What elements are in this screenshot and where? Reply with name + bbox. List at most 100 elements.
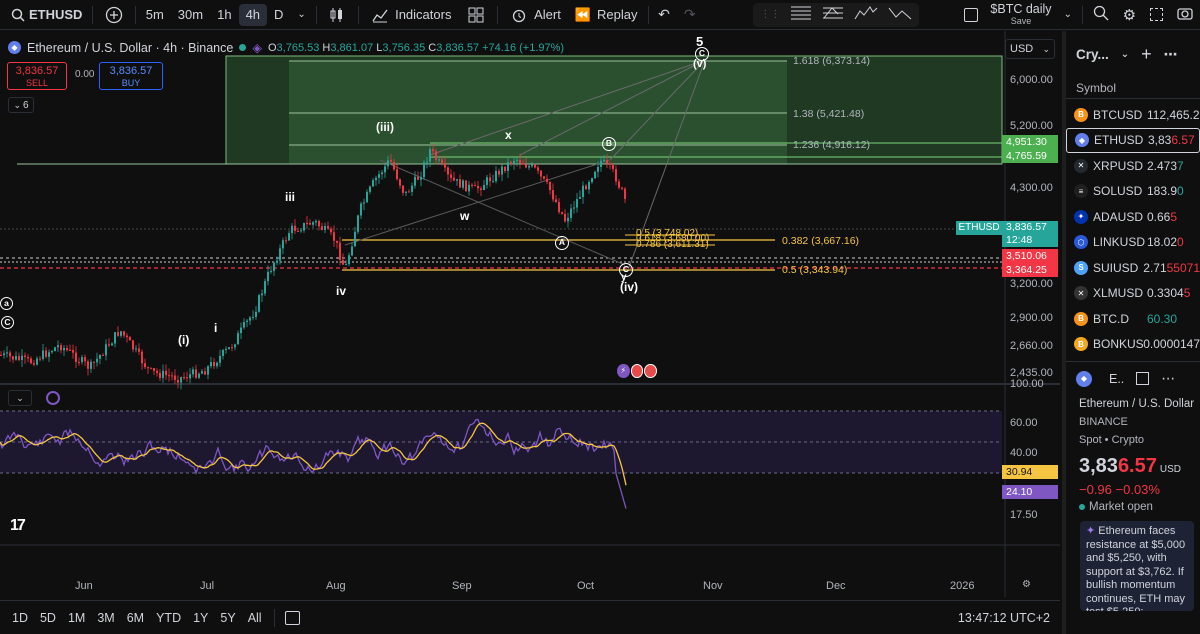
timeframe-5m[interactable]: 5m <box>139 0 171 30</box>
low-value: 3,756.35 <box>382 41 426 54</box>
drag-handle-icon[interactable]: ⋮⋮ <box>760 9 780 20</box>
indicators-toggle-button[interactable]: ⌄ 6 <box>8 97 34 113</box>
us-flag-icon[interactable] <box>644 364 657 378</box>
elliott-wave-abc-icon[interactable] <box>888 5 912 24</box>
candle-body <box>12 356 14 360</box>
replay-button[interactable]: ⏪ Replay <box>568 0 645 30</box>
snapshot-button[interactable] <box>1170 0 1200 30</box>
chart-canvas[interactable] <box>0 31 1060 602</box>
chart-type-button[interactable] <box>319 0 355 30</box>
candle-body <box>141 351 143 364</box>
timeframe-4h[interactable]: 4h <box>238 3 268 26</box>
watchlist-row-xrpusd[interactable]: ✕ XRPUSD 2.4737 <box>1066 153 1200 179</box>
elliott-wave-12345-icon[interactable] <box>854 5 878 24</box>
templates-button[interactable] <box>458 0 494 30</box>
range-all[interactable]: All <box>242 611 268 625</box>
candle-body <box>504 166 506 171</box>
range-1d[interactable]: 1D <box>6 611 34 625</box>
watchlist-title[interactable]: Cry... <box>1076 47 1109 62</box>
chart-area[interactable]: ◆ Ethereum / U.S. Dollar · 4h · Binance … <box>0 31 1060 602</box>
watchlist-column-header[interactable]: Symbol <box>1066 77 1200 99</box>
range-ytd[interactable]: YTD <box>150 611 187 625</box>
grid-icon[interactable] <box>1136 372 1150 385</box>
range-3m[interactable]: 3M <box>91 611 120 625</box>
time-axis[interactable]: Jun Jul Aug Sep Oct Nov Dec 2026 <box>0 577 1005 597</box>
details-symbol-short[interactable]: E.. <box>1109 372 1124 386</box>
sell-button[interactable]: 3,836.57 SELL <box>7 62 67 90</box>
add-symbol-icon[interactable]: + <box>1141 44 1152 65</box>
timeframe-1h[interactable]: 1h <box>210 0 238 30</box>
range-6m[interactable]: 6M <box>121 611 150 625</box>
watchlist-row-solusd[interactable]: ≡ SOLUSD 183.90 <box>1066 179 1200 205</box>
range-1y[interactable]: 1Y <box>187 611 214 625</box>
watchlist-row-linkusd[interactable]: ⬡ LINKUSD 18.020 <box>1066 230 1200 256</box>
wave-label-iv-paren[interactable]: (iv) <box>620 280 638 294</box>
alert-label: Alert <box>534 7 561 22</box>
tradingview-logo-icon[interactable]: 17 <box>10 517 26 535</box>
candle-body <box>129 337 131 341</box>
wave-label-iii[interactable]: iii <box>285 190 295 204</box>
watchlist-row-ethusd[interactable]: ◆ ETHUSD 3,836.57 <box>1066 127 1200 153</box>
fib-retracement-icon[interactable] <box>790 5 812 24</box>
legend-title[interactable]: Ethereum / U.S. Dollar · 4h · Binance <box>27 41 233 55</box>
indicators-button[interactable]: Indicators <box>362 0 458 30</box>
wave-circle-c-lower[interactable]: C <box>1 316 14 329</box>
row-last: 183.90 <box>1147 184 1184 198</box>
range-5d[interactable]: 5D <box>34 611 62 625</box>
layout-menu[interactable]: $BTC daily Save ⌄ <box>957 0 1079 30</box>
wave-circle-a[interactable]: A <box>555 236 569 250</box>
candle-body <box>321 226 323 230</box>
alert-button[interactable]: Alert <box>501 0 568 30</box>
watchlist-row-suiusd[interactable]: S SUIUSD 2.7155071 <box>1066 255 1200 281</box>
candle-body <box>360 203 362 216</box>
watchlist-row-bonkusd[interactable]: B BONKUS 0.0000147 <box>1066 332 1200 358</box>
timeframe-30m[interactable]: 30m <box>171 0 210 30</box>
quick-search-button[interactable] <box>1086 0 1116 30</box>
timeframe-dropdown[interactable]: ⌄ <box>290 0 312 30</box>
range-5y[interactable]: 5Y <box>214 611 241 625</box>
news-card[interactable]: ✦ Ethereum faces resistance at $5,000 an… <box>1080 521 1194 611</box>
wave-label-iii-paren[interactable]: (iii) <box>376 120 394 134</box>
us-flag-icon[interactable] <box>630 364 644 378</box>
buy-button[interactable]: 3,836.57 BUY <box>99 62 163 90</box>
candle-body <box>588 182 590 190</box>
candle-body <box>516 159 518 161</box>
wave-label-v[interactable]: (v) <box>693 58 706 70</box>
channel-line[interactable] <box>379 159 626 266</box>
clock-time[interactable]: 13:47:12 UTC+2 <box>958 611 1050 625</box>
candle-body <box>309 223 311 225</box>
wave-label-i-paren[interactable]: (i) <box>178 333 189 347</box>
watchlist-row-xlmusd[interactable]: ✕ XLMUSD 0.33045 <box>1066 281 1200 307</box>
wave-circle-b[interactable]: B <box>602 137 616 151</box>
watchlist-row-btcd[interactable]: B BTC.D 60.30 <box>1066 306 1200 332</box>
candles-group[interactable] <box>0 143 626 390</box>
axis-settings-button[interactable]: ⚙ <box>1022 579 1031 590</box>
timeframe-d[interactable]: D <box>267 0 290 30</box>
compare-symbol-button[interactable] <box>96 0 132 30</box>
settings-button[interactable]: ⚙ <box>1116 0 1143 30</box>
chevron-down-icon[interactable]: ⌄ <box>1121 49 1129 60</box>
undo-button[interactable]: ↶ <box>651 0 677 30</box>
more-icon[interactable]: ⋯ <box>1161 370 1175 387</box>
lightning-icon[interactable]: ⚡ <box>617 364 630 378</box>
fib-extension-icon[interactable] <box>822 5 844 24</box>
redo-button[interactable]: ↷ <box>677 0 703 30</box>
bottom-toolbar: 1D 5D 1M 3M 6M YTD 1Y 5Y All 13:47:12 UT… <box>0 600 1060 634</box>
range-1m[interactable]: 1M <box>62 611 91 625</box>
more-icon[interactable]: ⋯ <box>1164 46 1178 63</box>
watchlist-row-btcusd[interactable]: B BTCUSD 112,465.2 <box>1066 102 1200 128</box>
currency-select[interactable]: USD ⌄ <box>1005 39 1055 59</box>
rsi-indicator-icon[interactable] <box>46 391 60 405</box>
wave-circle-a-lower[interactable]: a <box>0 297 13 310</box>
watchlist-row-adausd[interactable]: ✦ ADAUSD 0.665 <box>1066 204 1200 230</box>
calendar-range-icon[interactable] <box>284 610 300 625</box>
wave-label-w[interactable]: w <box>460 209 469 223</box>
rsi-collapse-button[interactable]: ⌄ <box>8 390 32 406</box>
events-group[interactable]: ⚡ <box>617 364 657 378</box>
column-symbol[interactable]: Symbol <box>1076 81 1116 95</box>
wave-label-i[interactable]: i <box>214 321 217 335</box>
symbol-search-button[interactable]: ETHUSD <box>0 0 89 30</box>
wave-label-x[interactable]: x <box>505 128 512 142</box>
fullscreen-button[interactable] <box>1143 0 1170 30</box>
wave-label-iv[interactable]: iv <box>336 284 346 298</box>
